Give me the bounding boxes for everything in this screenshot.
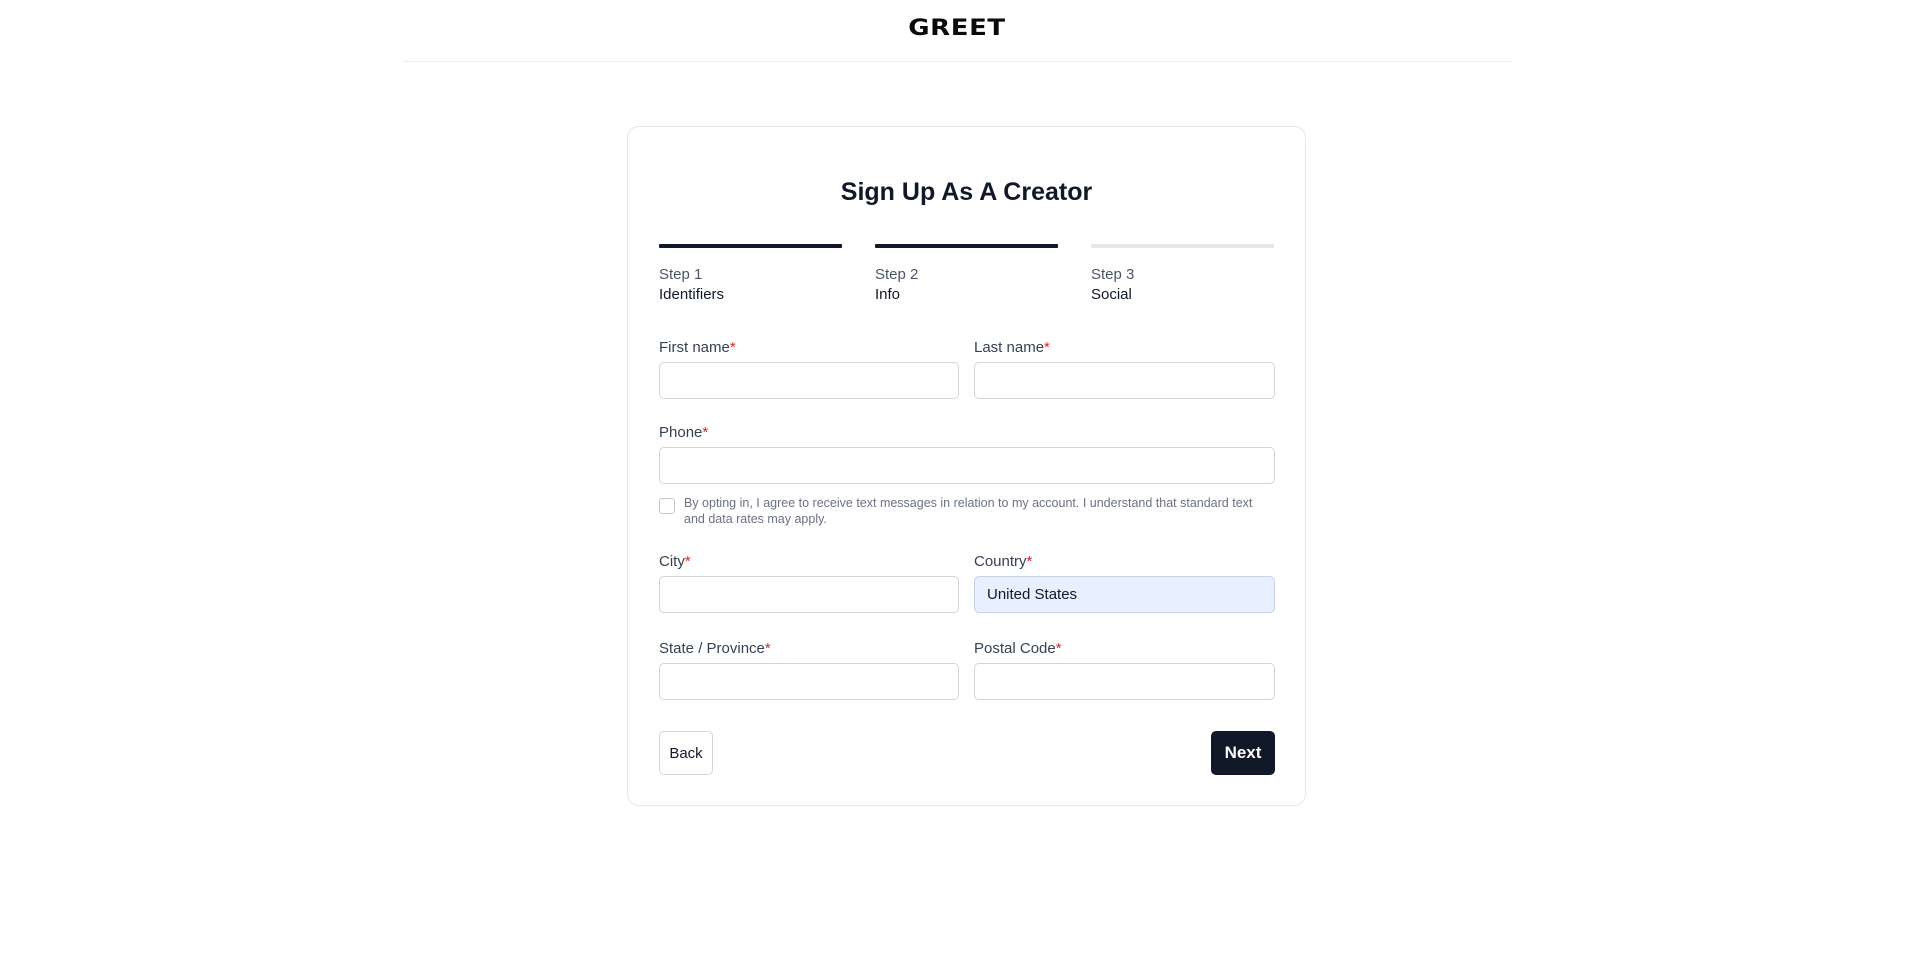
required-asterisk: * xyxy=(1055,640,1062,657)
country-label: Country* xyxy=(974,553,1033,570)
first-name-label: First name* xyxy=(659,339,736,356)
step-1-progress-bar xyxy=(659,244,842,248)
page-title: Sign Up As A Creator xyxy=(840,178,1093,206)
required-asterisk: * xyxy=(684,553,691,570)
greet-logo[interactable]: GREET xyxy=(303,16,1610,41)
top-header: GREET xyxy=(403,0,1511,62)
required-asterisk: * xyxy=(1044,339,1050,356)
step-3: Step 3 Social xyxy=(1091,244,1274,305)
required-asterisk: * xyxy=(1026,553,1033,570)
city-label: City* xyxy=(659,553,691,570)
sms-optin-checkbox[interactable] xyxy=(659,498,675,514)
step-3-name: Social xyxy=(1091,286,1132,303)
state-input[interactable] xyxy=(659,663,959,700)
last-name-input[interactable] xyxy=(974,362,1275,399)
step-1: Step 1 Identifiers xyxy=(659,244,842,305)
phone-label: Phone* xyxy=(659,424,709,441)
city-input[interactable] xyxy=(659,576,959,613)
required-asterisk: * xyxy=(702,424,709,441)
required-asterisk: * xyxy=(764,640,771,657)
first-name-input[interactable] xyxy=(659,362,959,399)
step-3-progress-bar xyxy=(1091,244,1274,248)
step-2-progress-bar xyxy=(875,244,1058,248)
phone-input[interactable] xyxy=(659,447,1275,484)
required-asterisk: * xyxy=(729,339,736,356)
back-button[interactable]: Back xyxy=(659,731,713,775)
postal-code-label: Postal Code* xyxy=(974,640,1062,657)
step-1-name: Identifiers xyxy=(659,286,725,303)
postal-code-input[interactable] xyxy=(974,663,1275,700)
step-3-number: Step 3 xyxy=(1091,266,1135,283)
signup-card: Sign Up As A Creator Step 1 Identifiers … xyxy=(627,126,1306,806)
country-input[interactable] xyxy=(974,576,1275,613)
sms-optin-text: By opting in, I agree to receive text me… xyxy=(684,496,1253,526)
step-2-name: Info xyxy=(875,286,901,303)
state-label: State / Province* xyxy=(659,640,771,657)
step-2: Step 2 Info xyxy=(875,244,1058,305)
step-2-number: Step 2 xyxy=(875,266,919,283)
last-name-label: Last name* xyxy=(974,339,1050,356)
step-1-number: Step 1 xyxy=(659,266,703,283)
next-button[interactable]: Next xyxy=(1211,731,1275,775)
